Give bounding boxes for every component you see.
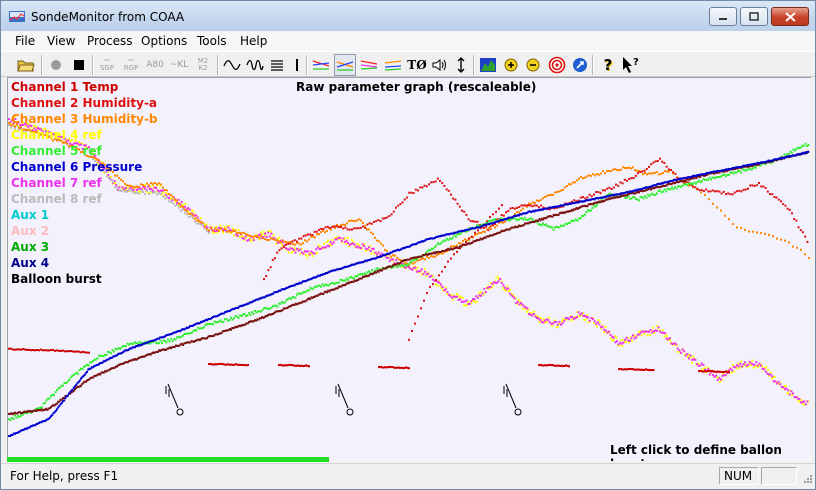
menu-options[interactable]: Options <box>141 34 187 48</box>
graph-1-icon[interactable] <box>310 54 332 76</box>
graph-title: Raw parameter graph (rescaleable) <box>296 80 537 94</box>
wind-barb-icon <box>165 383 184 416</box>
a80-icon[interactable]: A80 <box>144 54 166 76</box>
legend-item: Channel 3 Humidity-b <box>11 112 158 126</box>
toolbar: ~ SGP ~ RGP A80 ~KL M2 K2 TØ ? ? <box>1 51 815 77</box>
title-bar[interactable]: SondeMonitor from COAA <box>1 1 815 31</box>
main-window: SondeMonitor from COAA File View Process… <box>0 0 816 490</box>
menu-view[interactable]: View <box>47 34 75 48</box>
menu-tools[interactable]: Tools <box>197 34 227 48</box>
zoom-in-icon[interactable] <box>500 54 522 76</box>
wind-barb-icon <box>335 383 354 416</box>
compass-icon[interactable] <box>569 54 591 76</box>
status-num-panel: NUM <box>719 467 759 485</box>
maximize-button[interactable] <box>740 7 768 26</box>
graph-4-icon[interactable] <box>382 54 404 76</box>
close-button[interactable] <box>771 7 809 26</box>
legend-item: Aux 4 <box>11 256 50 270</box>
context-help-icon[interactable]: ? <box>620 54 642 76</box>
sgp-icon[interactable]: ~ SGP <box>96 54 118 76</box>
status-bar: For Help, press F1 NUM <box>1 463 815 489</box>
bar-icon[interactable] <box>286 54 308 76</box>
trace-channel-1-seg <box>278 363 310 368</box>
rgp-icon[interactable]: ~ RGP <box>120 54 142 76</box>
menu-bar: File View Process Options Tools Help <box>1 31 815 51</box>
legend-item: Balloon burst <box>11 272 102 286</box>
close-icon <box>784 11 796 22</box>
legend-item: Channel 1 Temp <box>11 80 119 94</box>
legend-item: Channel 6 Pressure <box>11 160 143 174</box>
kl-icon[interactable]: ~KL <box>168 54 190 76</box>
graph-legend: Channel 1 Temp Channel 2 Humidity-a Channe… <box>11 79 158 287</box>
status-help-text: For Help, press F1 <box>10 469 119 483</box>
trace-channel-1-seg <box>378 365 410 370</box>
legend-item: Channel 8 ref <box>11 192 102 206</box>
legend-item: Channel 5 ref <box>11 144 102 158</box>
legend-item: Aux 1 <box>11 208 50 222</box>
m2k2-icon[interactable]: M2 K2 <box>192 54 214 76</box>
num-lock-indicator: NUM <box>724 469 753 483</box>
trace-channel-1-seg <box>538 363 570 368</box>
zoom-out-icon[interactable] <box>522 54 544 76</box>
speaker-icon[interactable] <box>428 54 450 76</box>
trace-channel-1-seg <box>618 367 655 372</box>
wind-barb-icon <box>503 383 522 416</box>
menu-process[interactable]: Process <box>87 34 133 48</box>
graph-3-icon[interactable] <box>358 54 380 76</box>
minimize-button[interactable] <box>709 7 737 26</box>
legend-item: Channel 2 Humidity-a <box>11 96 158 110</box>
lines-icon[interactable] <box>266 54 288 76</box>
legend-item: Channel 4 ref <box>11 128 102 142</box>
t-phi-icon[interactable]: TØ <box>406 54 428 76</box>
double-wave-icon[interactable] <box>244 54 266 76</box>
window-title: SondeMonitor from COAA <box>31 10 185 24</box>
stop-icon[interactable] <box>68 54 90 76</box>
app-icon <box>9 11 25 22</box>
trace-channel-1-seg <box>208 362 249 367</box>
help-icon[interactable]: ? <box>597 54 619 76</box>
menu-file[interactable]: File <box>15 34 35 48</box>
legend-item: Aux 3 <box>11 240 50 254</box>
minimize-icon <box>719 17 727 20</box>
resize-grip-icon[interactable] <box>801 474 813 486</box>
record-icon[interactable] <box>45 54 67 76</box>
vertical-arrows-icon[interactable] <box>450 54 472 76</box>
svg-text:?: ? <box>633 57 639 68</box>
wave-icon[interactable] <box>221 54 243 76</box>
map-icon[interactable] <box>477 54 499 76</box>
status-empty-panel <box>761 467 797 485</box>
menu-help[interactable]: Help <box>240 34 267 48</box>
burst-hint-text: Left click to define ballon burst <box>610 443 782 461</box>
open-folder-icon[interactable] <box>15 54 37 76</box>
maximize-icon <box>749 12 759 21</box>
legend-item: Channel 7 ref <box>11 176 102 190</box>
graph-2-icon[interactable] <box>334 54 356 76</box>
raw-parameter-graph[interactable]: Raw parameter graph (rescaleable) Channe… <box>7 77 811 461</box>
trace-channel-1-start <box>8 347 90 354</box>
legend-item: Aux 2 <box>11 224 50 238</box>
download-progress-bar <box>7 457 329 462</box>
target-icon[interactable] <box>546 54 568 76</box>
